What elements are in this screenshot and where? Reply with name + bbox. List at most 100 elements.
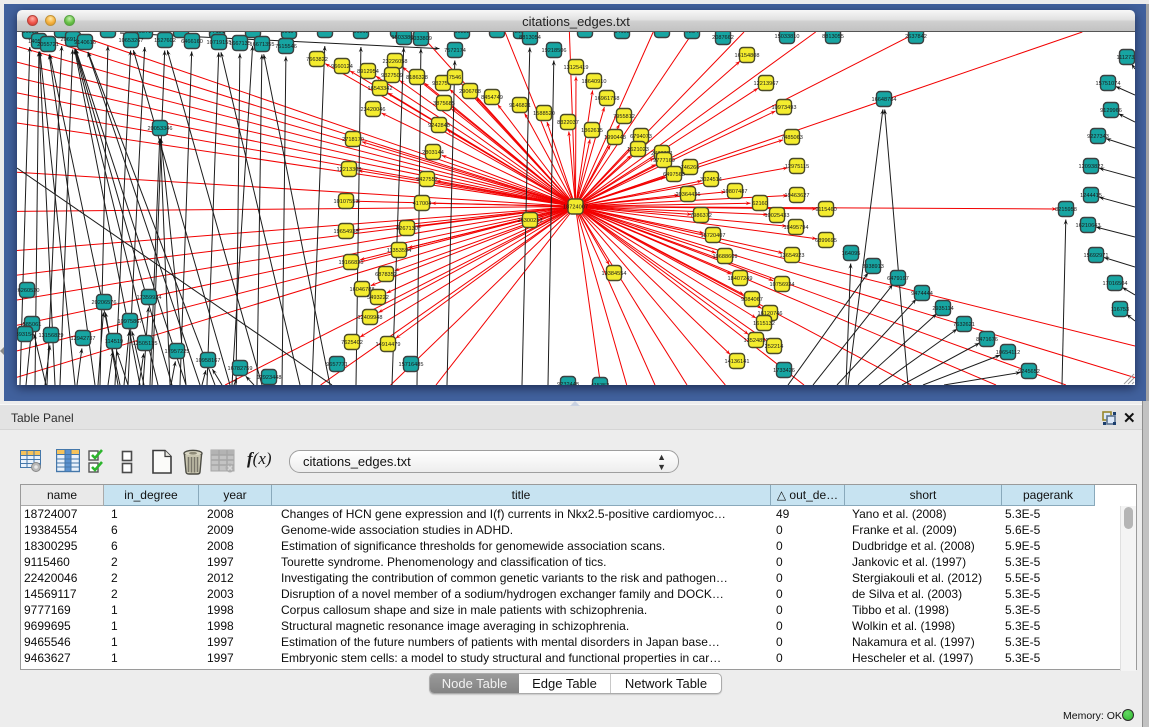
svg-text:3875685: 3875685 [433, 101, 455, 107]
svg-text:6899695: 6899695 [815, 238, 837, 244]
svg-text:746266: 746266 [681, 165, 700, 171]
svg-text:10654112: 10654112 [996, 350, 1020, 356]
svg-text:1621023: 1621023 [627, 147, 649, 153]
svg-text:15692971: 15692971 [1084, 253, 1109, 259]
svg-text:33012: 33012 [577, 32, 593, 34]
svg-text:8454749: 8454749 [481, 95, 503, 101]
svg-text:1244415: 1244415 [1080, 193, 1102, 199]
svg-text:25300213: 25300213 [518, 218, 543, 224]
svg-text:26611: 26611 [654, 32, 669, 34]
svg-text:9129966: 9129966 [1100, 108, 1122, 114]
svg-text:8267130: 8267130 [396, 226, 418, 232]
svg-text:12409948: 12409948 [358, 315, 383, 321]
svg-text:14914479: 14914479 [376, 342, 401, 348]
svg-text:16154808: 16154808 [735, 53, 760, 59]
svg-text:51512: 51512 [353, 32, 369, 35]
svg-text:5033809: 5033809 [410, 36, 432, 42]
svg-text:18495794: 18495794 [784, 225, 809, 231]
svg-text:17957225: 17957225 [165, 349, 190, 355]
svg-text:5493222: 5493222 [367, 295, 389, 301]
svg-text:15033810: 15033810 [775, 34, 800, 40]
svg-text:393154: 393154 [17, 332, 34, 338]
svg-text:9232448: 9232448 [557, 382, 579, 385]
svg-text:12942737: 12942737 [71, 336, 96, 342]
svg-text:1588520: 1588520 [533, 111, 555, 117]
svg-text:19463627: 19463627 [785, 193, 810, 199]
svg-text:9115460: 9115460 [815, 207, 836, 213]
svg-text:7955812: 7955812 [613, 114, 635, 120]
svg-text:9571: 9571 [139, 32, 151, 35]
svg-text:8322037: 8322037 [557, 120, 579, 126]
svg-text:1362615: 1362615 [581, 128, 603, 134]
svg-text:13654923: 13654923 [780, 253, 805, 259]
svg-text:7625402: 7625402 [341, 340, 363, 346]
svg-text:7663822: 7663822 [306, 57, 328, 63]
svg-text:9474444: 9474444 [911, 291, 933, 297]
svg-text:10025433: 10025433 [765, 213, 790, 219]
svg-text:9327509: 9327509 [381, 73, 403, 79]
svg-text:2935114: 2935114 [932, 306, 953, 312]
svg-text:77515: 77515 [489, 32, 505, 34]
svg-text:8215958: 8215958 [1055, 207, 1077, 213]
svg-text:417004: 417004 [413, 201, 432, 207]
svg-text:116753: 116753 [1111, 307, 1129, 313]
svg-text:2637842: 2637842 [905, 34, 927, 40]
svg-text:19384554: 19384554 [602, 271, 627, 277]
svg-text:17359924: 17359924 [137, 295, 162, 301]
svg-text:10975867: 10975867 [118, 319, 143, 325]
svg-text:7632621: 7632621 [953, 322, 975, 328]
svg-text:16210643: 16210643 [1076, 223, 1101, 229]
svg-text:6878352: 6878352 [375, 272, 397, 278]
svg-text:84103: 84103 [614, 32, 630, 35]
svg-text:2087662: 2087662 [712, 35, 734, 41]
svg-text:7572174: 7572174 [444, 48, 466, 54]
svg-text:2906768: 2906768 [459, 89, 481, 95]
svg-text:1615132: 1615132 [753, 321, 775, 327]
svg-text:50114: 50114 [281, 32, 296, 35]
svg-text:9146821: 9146821 [509, 103, 531, 109]
svg-text:20206576: 20206576 [92, 300, 117, 306]
svg-text:16961758: 16961758 [595, 96, 620, 102]
svg-text:11353594: 11353594 [387, 248, 411, 254]
svg-text:10688609: 10688609 [713, 254, 738, 260]
svg-text:15716485: 15716485 [399, 362, 424, 368]
svg-text:6794073: 6794073 [630, 134, 652, 140]
svg-text:7485063: 7485063 [781, 135, 803, 141]
svg-text:10807487: 10807487 [723, 189, 748, 195]
svg-text:17016504: 17016504 [1103, 281, 1128, 287]
svg-text:8912954: 8912954 [357, 69, 379, 75]
svg-text:7546: 7546 [449, 75, 461, 81]
svg-text:1733426: 1733426 [773, 368, 795, 374]
svg-text:62160: 62160 [752, 201, 768, 207]
svg-text:10719155: 10719155 [207, 40, 232, 46]
svg-text:9227343: 9227343 [1087, 134, 1109, 140]
svg-text:114519: 114519 [105, 339, 123, 345]
svg-text:12213967: 12213967 [754, 81, 779, 87]
svg-text:9245652: 9245652 [1018, 369, 1040, 375]
svg-text:23226058: 23226058 [383, 59, 408, 65]
svg-text:10107553: 10107553 [334, 199, 359, 205]
svg-text:252214: 252214 [765, 344, 784, 350]
svg-text:9777169: 9777169 [653, 158, 675, 164]
svg-text:3024514: 3024514 [700, 177, 722, 183]
svg-text:12093822: 12093822 [1079, 164, 1104, 170]
svg-text:16782759: 16782759 [228, 366, 253, 372]
svg-text:6497568: 6497568 [663, 172, 685, 178]
svg-text:15720407: 15720407 [701, 233, 726, 239]
svg-text:7284: 7284 [686, 32, 698, 35]
svg-text:9084067: 9084067 [741, 297, 763, 303]
svg-text:88211: 88211 [245, 32, 260, 34]
svg-text:15751074: 15751074 [1096, 81, 1121, 87]
svg-text:9660124: 9660124 [331, 64, 353, 70]
svg-text:18640910: 18640910 [582, 79, 607, 85]
svg-text:14136141: 14136141 [725, 359, 750, 365]
svg-text:20364436: 20364436 [676, 192, 701, 198]
svg-text:6466160: 6466160 [181, 39, 203, 45]
svg-text:12975115: 12975115 [785, 164, 809, 170]
svg-text:13156829: 13156829 [39, 333, 64, 339]
svg-text:16891: 16891 [100, 32, 116, 34]
svg-text:1667135: 1667135 [229, 41, 251, 47]
svg-text:18407249: 18407249 [728, 276, 753, 282]
svg-text:13125419: 13125419 [564, 65, 589, 71]
svg-text:10973493: 10973493 [772, 105, 797, 111]
